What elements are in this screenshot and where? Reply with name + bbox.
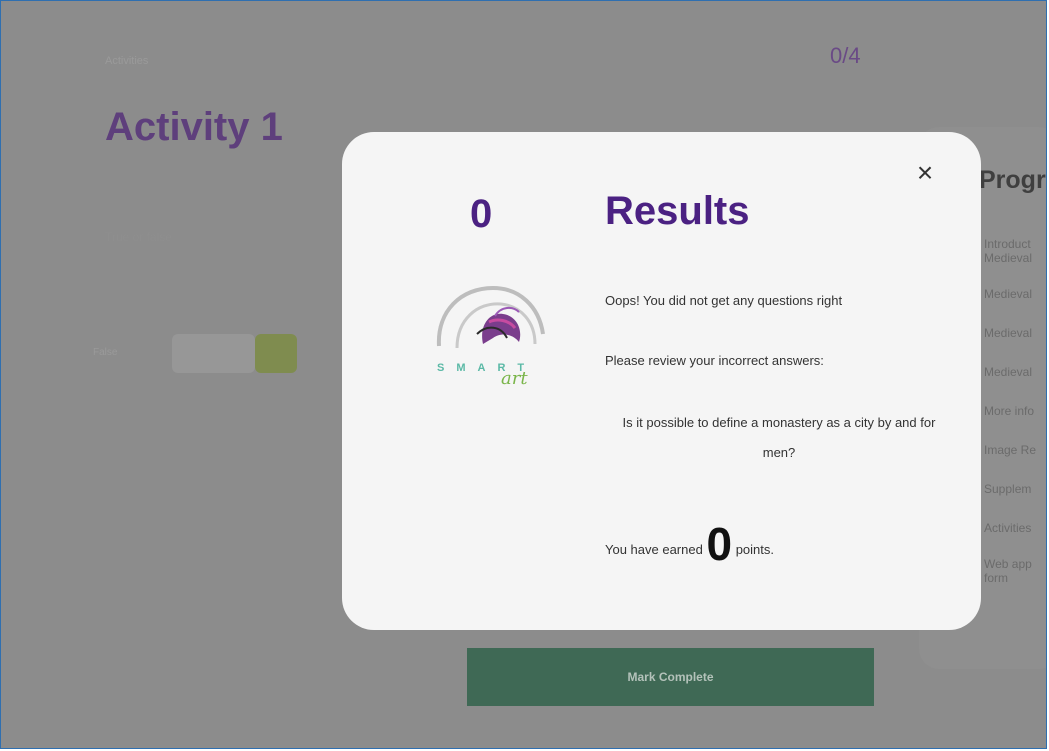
progress-item[interactable]: Image Re	[984, 443, 1046, 457]
progress-item[interactable]: Medieval	[984, 365, 1046, 379]
mark-complete-button[interactable]: Mark Complete	[467, 648, 874, 706]
results-modal: × 0 SMART art Results Oops! You did not …	[342, 132, 981, 630]
page-title: Activity 1	[105, 105, 283, 149]
toggle-knob[interactable]	[255, 334, 297, 373]
app-frame: Activities 0/4 Activity 1 True or false …	[0, 0, 1047, 749]
close-icon[interactable]: ×	[910, 158, 940, 188]
progress-list: Introduct Medieval Medieval Medieval Med…	[984, 237, 1046, 585]
progress-item[interactable]: Medieval	[984, 326, 1046, 340]
smart-art-logo: SMART art	[436, 285, 545, 386]
false-label: False	[93, 347, 118, 358]
result-message: Oops! You did not get any questions righ…	[605, 293, 843, 308]
progress-item[interactable]: Introduct Medieval	[984, 237, 1046, 265]
earned-prefix: You have earned	[605, 542, 703, 557]
logo-script: art	[501, 368, 528, 386]
points-earned: You have earned 0 points.	[605, 517, 774, 571]
activity-type-label: True or false	[105, 230, 172, 244]
progress-item[interactable]: Web app form	[984, 557, 1046, 585]
progress-item[interactable]: Activities	[984, 521, 1046, 535]
breadcrumb[interactable]: Activities	[105, 55, 148, 67]
true-false-toggle[interactable]	[172, 334, 255, 373]
result-score: 0	[470, 192, 493, 236]
results-title: Results	[605, 189, 750, 233]
incorrect-question: Is it possible to define a monastery as …	[622, 415, 936, 460]
progress-panel-title: Progra	[979, 166, 1046, 194]
score-counter: 0/4	[830, 43, 861, 68]
progress-item[interactable]: Medieval	[984, 287, 1046, 301]
earned-points: 0	[706, 518, 733, 570]
review-prompt: Please review your incorrect answers:	[605, 353, 824, 368]
progress-item[interactable]: Supplem	[984, 482, 1046, 496]
earned-suffix: points.	[735, 542, 774, 557]
progress-item[interactable]: More info	[984, 404, 1046, 418]
